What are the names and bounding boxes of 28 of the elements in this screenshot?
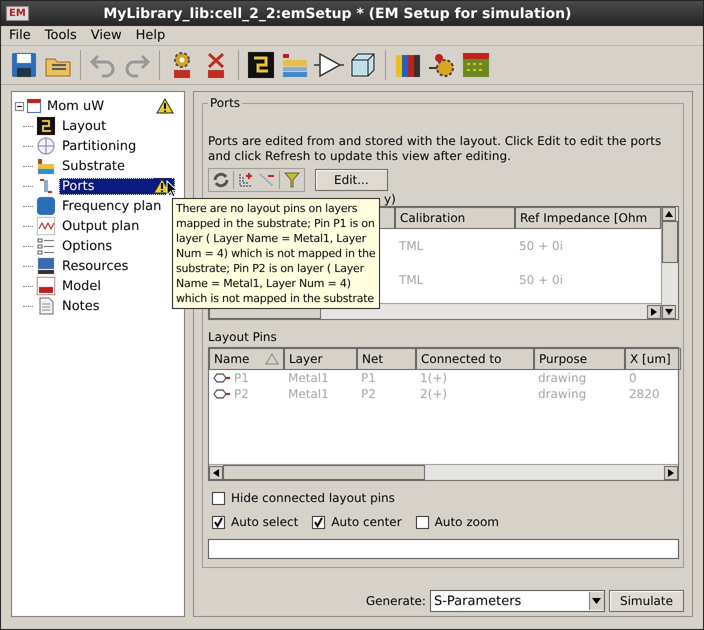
table-caption: y) — [384, 192, 396, 206]
table-cell-text: drawing — [537, 387, 588, 401]
checkbox-label: Auto center — [331, 515, 402, 529]
table-cell-text: TML — [398, 239, 424, 253]
checkbox-label: Hide connected layout pins — [231, 491, 395, 505]
group-title: Ports — [209, 96, 242, 110]
table-cell-text: Metal1 — [287, 387, 330, 401]
generate-label: Generate: — [366, 594, 426, 608]
table-cell-text: 2(+) — [419, 387, 448, 401]
table-cell: P1 — [209, 371, 284, 385]
table-cell-text: P1 — [360, 371, 377, 385]
window-title: MyLibrary_lib:cell_2_2:emSetup * (EM Setup for simulation) — [102, 6, 572, 22]
table-cell-text: 0 — [628, 371, 638, 385]
section-title: Layout Pins — [208, 330, 278, 344]
table-cell-text: P2 — [360, 387, 377, 401]
table-cell: P2 — [209, 387, 284, 401]
app-logo: EM — [6, 6, 29, 21]
table-cell-text: 2820 — [628, 387, 661, 401]
table-cell-text: drawing — [537, 371, 588, 385]
description-text: Ports are edited from and stored with the layout. Click Edit to edit the ports and click Refresh to update this view after editing. — [208, 134, 662, 164]
table-cell-text: TML — [398, 273, 424, 287]
checkbox-label: Auto select — [231, 515, 298, 529]
checkbox-label: Auto zoom — [434, 515, 499, 529]
table-cell-text: 50 + 0i — [518, 239, 564, 253]
tooltip: There are no layout pins on layers mapped in the substrate; Pin P1 is on layer ( Layer Name = Metal1, Layer Num = 4) which is not mapped in the substrate; Pin P2 is on layer ( Layer Name = Metal1, Layer Num = 4) which is not mapped in the substrate — [172, 198, 380, 309]
table-cell-text: 1(+) — [419, 371, 448, 385]
table-cell-text: 50 + 0i — [518, 273, 564, 287]
table-cell-text: Metal1 — [287, 371, 330, 385]
